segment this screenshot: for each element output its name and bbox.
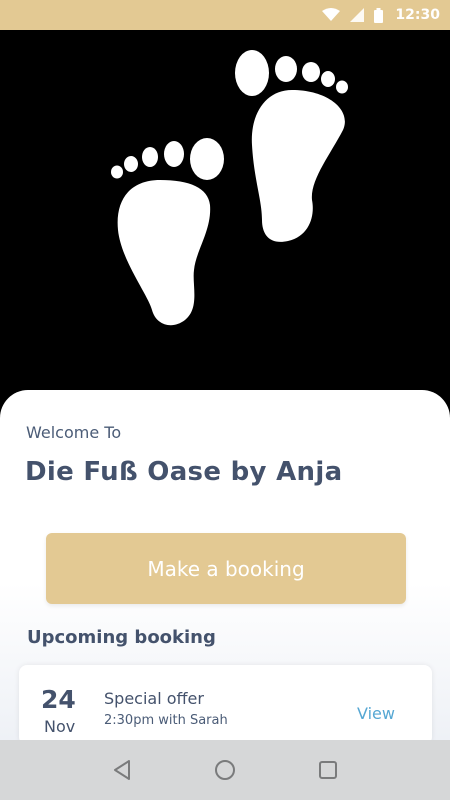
feet-icon [111,50,348,326]
make-booking-button[interactable]: Make a booking [46,533,406,604]
welcome-card: Welcome To Die Fuß Oase by Anja Make a b… [0,390,450,745]
business-name: Die Fuß Oase by Anja [25,457,343,487]
status-bar: 12:30 [0,0,450,30]
status-time: 12:30 [395,7,440,23]
upcoming-booking-title: Upcoming booking [27,627,216,648]
welcome-label: Welcome To [26,423,122,442]
view-booking-link[interactable]: View [357,704,395,723]
booking-subtitle: 2:30pm with Sarah [104,713,228,728]
hero-banner [0,30,450,410]
wifi-icon [322,8,341,22]
recents-icon[interactable] [308,750,348,790]
booking-day: 24 [41,685,76,714]
home-icon[interactable] [205,750,245,790]
signal-icon [350,8,365,22]
back-icon[interactable] [102,750,142,790]
booking-month: Nov [44,717,76,736]
navigation-bar [0,740,450,800]
upcoming-booking-card[interactable]: 24 Nov Special offer 2:30pm with Sarah V… [19,665,432,745]
battery-icon [374,7,384,23]
booking-title: Special offer [104,689,204,708]
